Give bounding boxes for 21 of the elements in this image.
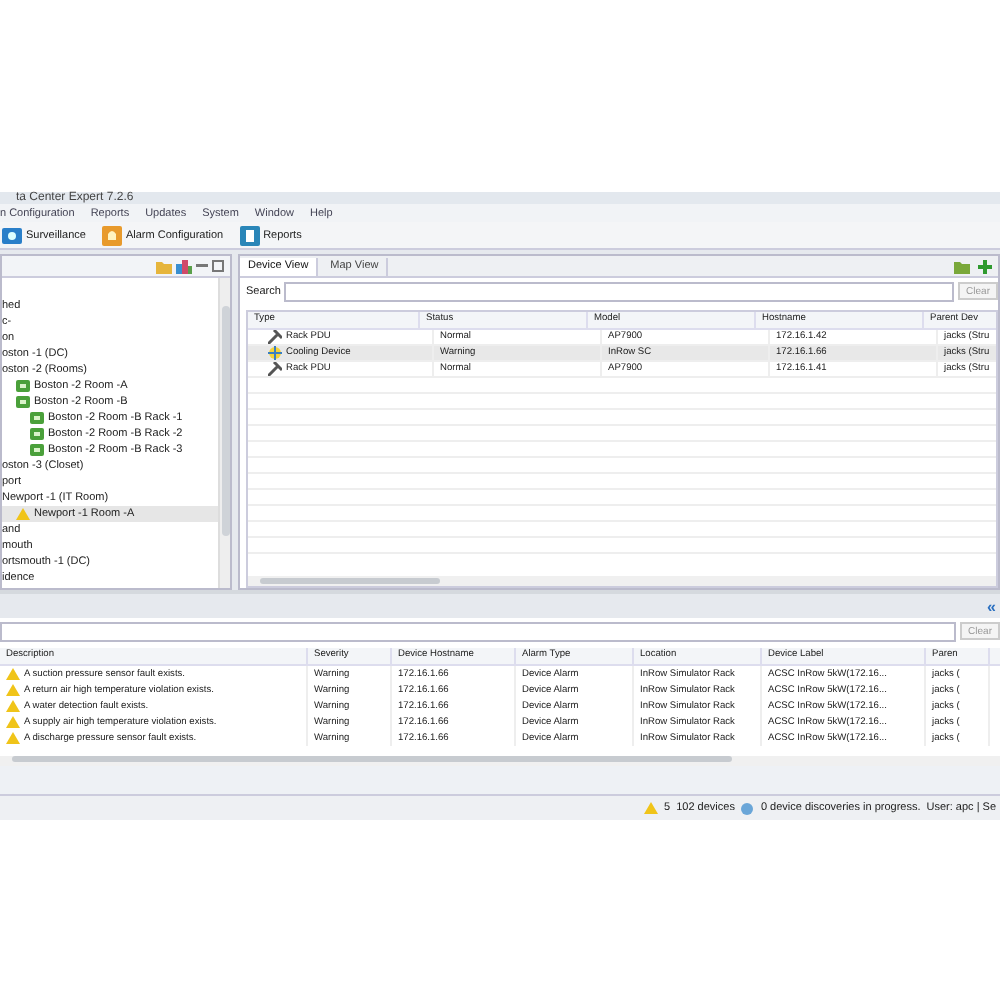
warning-icon bbox=[644, 802, 659, 814]
scrollbar[interactable] bbox=[218, 278, 230, 588]
rack-icon bbox=[30, 412, 44, 424]
rack-icon bbox=[16, 396, 30, 408]
rack-icon bbox=[30, 444, 44, 456]
folder-icon[interactable] bbox=[954, 259, 974, 273]
scrollbar[interactable] bbox=[248, 576, 996, 586]
maximize-icon[interactable] bbox=[212, 260, 224, 272]
rack-icon bbox=[16, 380, 30, 392]
plus-icon[interactable] bbox=[978, 259, 992, 273]
bell-icon bbox=[101, 225, 122, 245]
search-field[interactable] bbox=[284, 281, 955, 301]
warning-icon bbox=[16, 508, 30, 520]
camera-icon bbox=[2, 225, 22, 245]
minimize-icon[interactable] bbox=[196, 260, 208, 272]
globe-icon bbox=[740, 801, 755, 815]
folder-icon[interactable] bbox=[156, 259, 172, 273]
collapse-icon[interactable]: « bbox=[987, 597, 996, 615]
rack-icon bbox=[30, 428, 44, 440]
scrollbar[interactable] bbox=[0, 756, 1000, 766]
search-field[interactable] bbox=[0, 621, 957, 641]
